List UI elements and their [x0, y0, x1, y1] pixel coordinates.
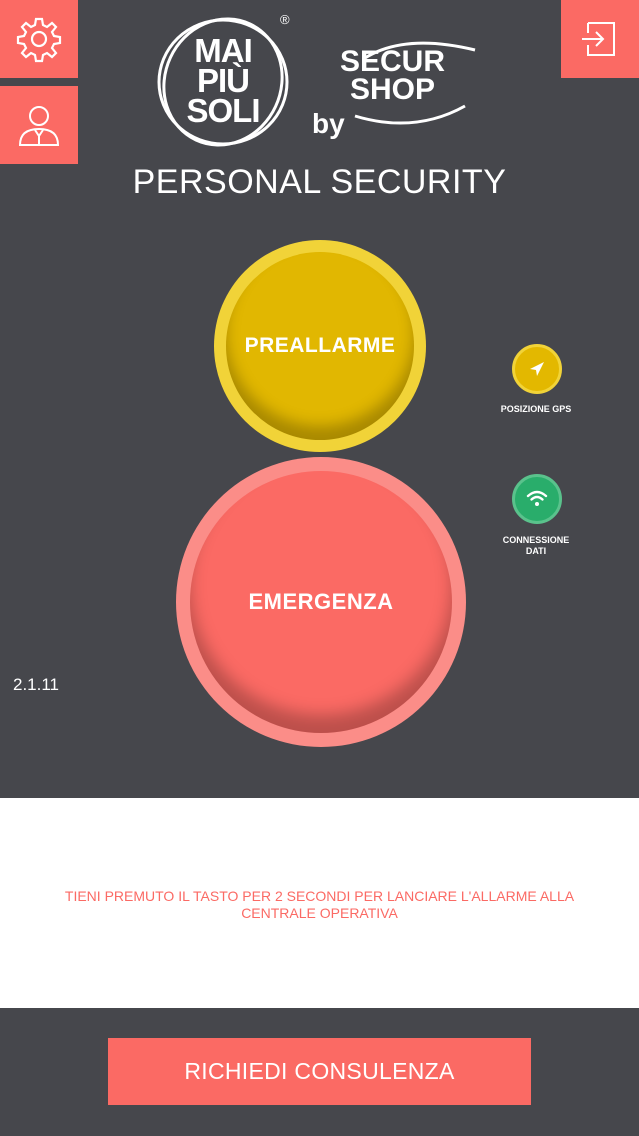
profile-button[interactable] — [0, 86, 78, 164]
prealarm-label: PREALLARME — [244, 334, 396, 357]
partner-logo: SECUR SHOP — [340, 45, 446, 106]
brand-logo: MAI PIÙ SOLI — [178, 34, 268, 129]
data-connection-label: CONNESSIONE DATI — [486, 535, 586, 557]
consult-label: RICHIEDI CONSULENZA — [184, 1058, 455, 1084]
location-arrow-icon — [530, 362, 544, 376]
page-title: PERSONAL SECURITY — [132, 163, 507, 201]
info-panel: TIENI PREMUTO IL TASTO PER 2 SECONDI PER… — [0, 798, 639, 1008]
data-connection-status — [512, 474, 562, 524]
partner-line-1: SECUR — [340, 45, 446, 78]
logout-icon — [582, 22, 615, 56]
settings-button[interactable] — [0, 0, 78, 78]
emergency-button[interactable]: EMERGENZA — [190, 471, 452, 733]
logout-button[interactable] — [561, 0, 639, 78]
instruction-text: TIENI PREMUTO IL TASTO PER 2 SECONDI PER… — [20, 888, 619, 922]
gear-icon — [16, 17, 62, 63]
app-version: 2.1.11 — [13, 675, 60, 694]
prealarm-button[interactable]: PREALLARME — [226, 252, 414, 440]
wifi-icon — [526, 490, 548, 506]
partner-line-2: SHOP — [350, 73, 436, 106]
data-label-line-1: CONNESSIONE — [502, 535, 570, 545]
data-label-line-2: DATI — [525, 546, 547, 556]
gps-status-label: POSIZIONE GPS — [500, 404, 572, 414]
registered-mark: ® — [280, 12, 290, 27]
brand-line-3: SOLI — [186, 92, 260, 129]
instruction-line-2: CENTRALE OPERATIVA — [241, 905, 398, 921]
request-consultation-button[interactable]: RICHIEDI CONSULENZA — [108, 1038, 531, 1105]
instruction-line-1: TIENI PREMUTO IL TASTO PER 2 SECONDI PER… — [64, 888, 575, 904]
user-icon — [18, 106, 60, 146]
emergency-label: EMERGENZA — [248, 589, 394, 614]
gps-status — [512, 344, 562, 394]
